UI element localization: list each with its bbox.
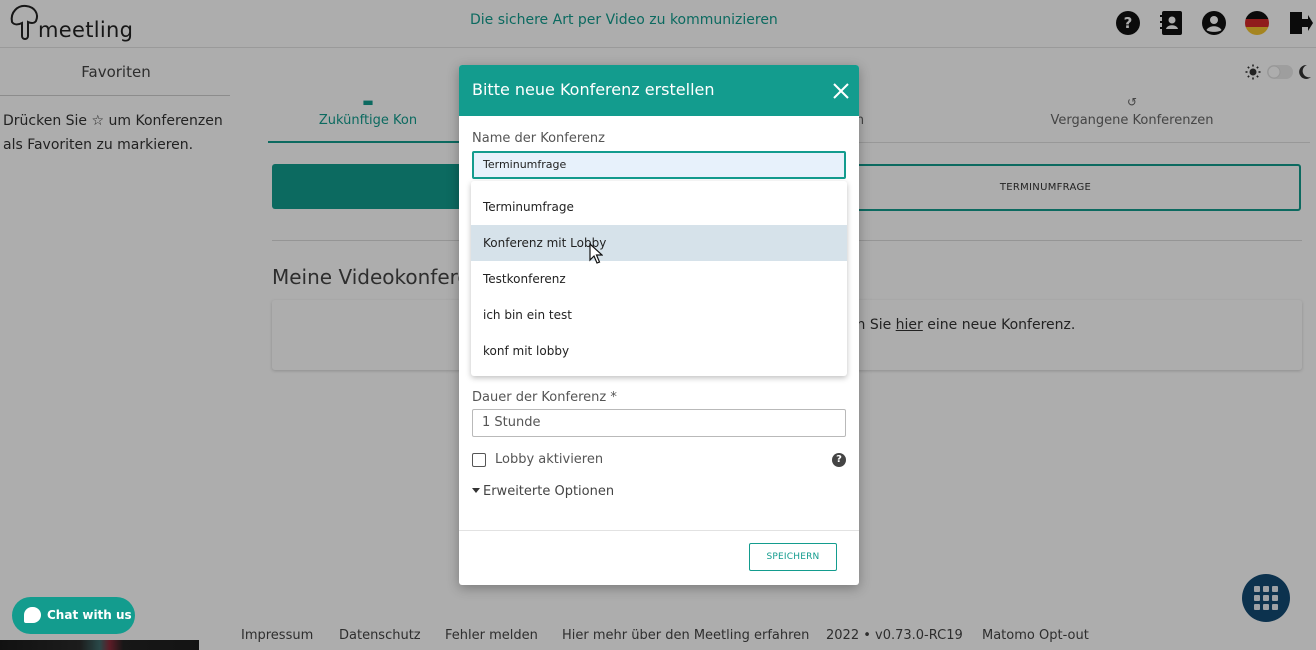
advanced-options-toggle[interactable]: Erweiterte Optionen xyxy=(472,484,614,499)
close-icon[interactable] xyxy=(830,80,852,102)
lobby-help-icon[interactable]: ? xyxy=(832,453,846,467)
conference-name-label: Name der Konferenz xyxy=(472,131,605,146)
conference-name-suggestions: Terminumfrage Konferenz mit Lobby Testko… xyxy=(471,181,847,376)
lobby-label[interactable]: Lobby aktivieren xyxy=(495,452,603,467)
chat-button[interactable]: Chat with us xyxy=(12,597,135,634)
suggestion-item[interactable]: Testkonferenz xyxy=(471,261,847,297)
suggestion-item-highlighted[interactable]: Konferenz mit Lobby xyxy=(471,225,847,261)
duration-label: Dauer der Konferenz * xyxy=(472,390,617,405)
save-button[interactable]: SPEICHERN xyxy=(749,543,837,571)
dialog-footer-divider xyxy=(459,530,859,531)
duration-input[interactable]: 1 Stunde xyxy=(472,409,846,437)
suggestion-item[interactable]: Terminumfrage xyxy=(471,189,847,225)
conference-name-input[interactable]: Terminumfrage xyxy=(472,151,846,179)
mouse-cursor-icon xyxy=(589,243,603,264)
lobby-row: Lobby aktivieren ? xyxy=(472,451,846,471)
suggestion-item[interactable]: ich bin ein test xyxy=(471,297,847,333)
dialog-title: Bitte neue Konferenz erstellen xyxy=(472,80,715,99)
chat-label: Chat with us xyxy=(47,608,132,622)
suggestion-item[interactable]: konf mit lobby xyxy=(471,333,847,369)
lobby-checkbox[interactable] xyxy=(472,453,486,467)
chat-bubble-icon xyxy=(24,607,41,623)
caret-down-icon xyxy=(472,488,480,493)
advanced-options-label: Erweiterte Optionen xyxy=(483,484,615,499)
dialog-header: Bitte neue Konferenz erstellen xyxy=(459,65,859,116)
